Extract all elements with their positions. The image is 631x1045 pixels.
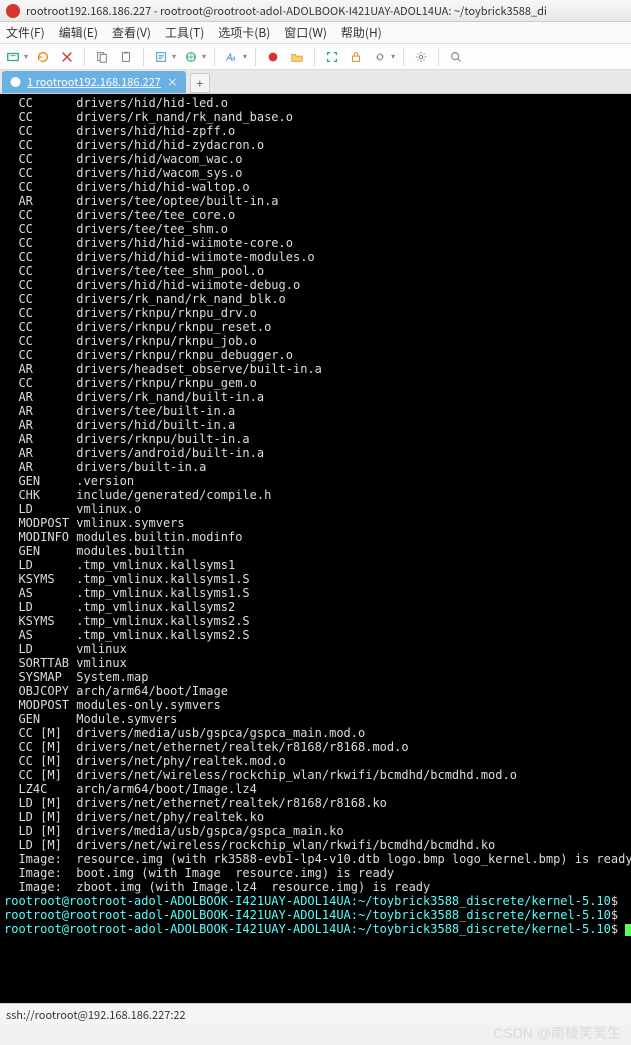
link-icon[interactable] xyxy=(371,48,389,66)
toolbar-separator xyxy=(438,48,439,66)
toolbar-separator xyxy=(143,48,144,66)
menu-tools[interactable]: 工具(T) xyxy=(165,24,204,41)
status-bar: ssh://rootroot@192.168.186.227:22 xyxy=(0,1003,631,1025)
tab-close-icon[interactable]: × xyxy=(167,74,178,90)
menu-help[interactable]: 帮助(H) xyxy=(341,24,382,41)
toolbar-separator xyxy=(314,48,315,66)
toolbar-separator xyxy=(214,48,215,66)
toolbar-separator xyxy=(84,48,85,66)
toolbar-separator xyxy=(255,48,256,66)
globe-icon[interactable] xyxy=(182,48,200,66)
toolbar-separator xyxy=(403,48,404,66)
tab-session-1[interactable]: ● 1 rootroot192.168.186.227 × xyxy=(2,71,186,93)
gear-icon[interactable] xyxy=(412,48,430,66)
lock-icon[interactable] xyxy=(347,48,365,66)
tab-bar: ● 1 rootroot192.168.186.227 × + xyxy=(0,70,631,94)
menu-options[interactable]: 选项卡(B) xyxy=(218,24,270,41)
copy-icon[interactable] xyxy=(93,48,111,66)
terminal-output[interactable]: CC drivers/hid/hid-led.o CC drivers/rk_n… xyxy=(0,94,631,1016)
watermark: CSDN @南棱笑笑生 xyxy=(493,1023,621,1043)
folder-icon[interactable] xyxy=(288,48,306,66)
fullscreen-icon[interactable] xyxy=(323,48,341,66)
font-icon[interactable]: Aa xyxy=(223,48,241,66)
menu-edit[interactable]: 编辑(E) xyxy=(59,24,98,41)
menu-view[interactable]: 查看(V) xyxy=(112,24,151,41)
status-connection: ssh://rootroot@192.168.186.227:22 xyxy=(6,1007,186,1023)
tab-bullet: ● xyxy=(10,74,21,90)
reconnect-icon[interactable] xyxy=(34,48,52,66)
window-titlebar: rootroot192.168.186.227 - rootroot@rootr… xyxy=(0,0,631,22)
script-icon[interactable] xyxy=(152,48,170,66)
menu-bar: 文件(F) 编辑(E) 查看(V) 工具(T) 选项卡(B) 窗口(W) 帮助(… xyxy=(0,22,631,44)
new-tab-button[interactable]: + xyxy=(190,73,210,93)
app-logo-icon xyxy=(6,4,20,18)
window-title: rootroot192.168.186.227 - rootroot@rootr… xyxy=(26,3,625,19)
toolbar: ▾ ▾ ▾ Aa▾ ▾ xyxy=(0,44,631,70)
menu-file[interactable]: 文件(F) xyxy=(6,24,45,41)
tab-label: 1 rootroot192.168.186.227 xyxy=(27,74,161,90)
swirl-icon[interactable] xyxy=(264,48,282,66)
search-icon[interactable] xyxy=(447,48,465,66)
disconnect-icon[interactable] xyxy=(58,48,76,66)
menu-window[interactable]: 窗口(W) xyxy=(284,24,327,41)
svg-text:a: a xyxy=(231,53,236,63)
connect-icon[interactable] xyxy=(4,48,22,66)
paste-icon[interactable] xyxy=(117,48,135,66)
